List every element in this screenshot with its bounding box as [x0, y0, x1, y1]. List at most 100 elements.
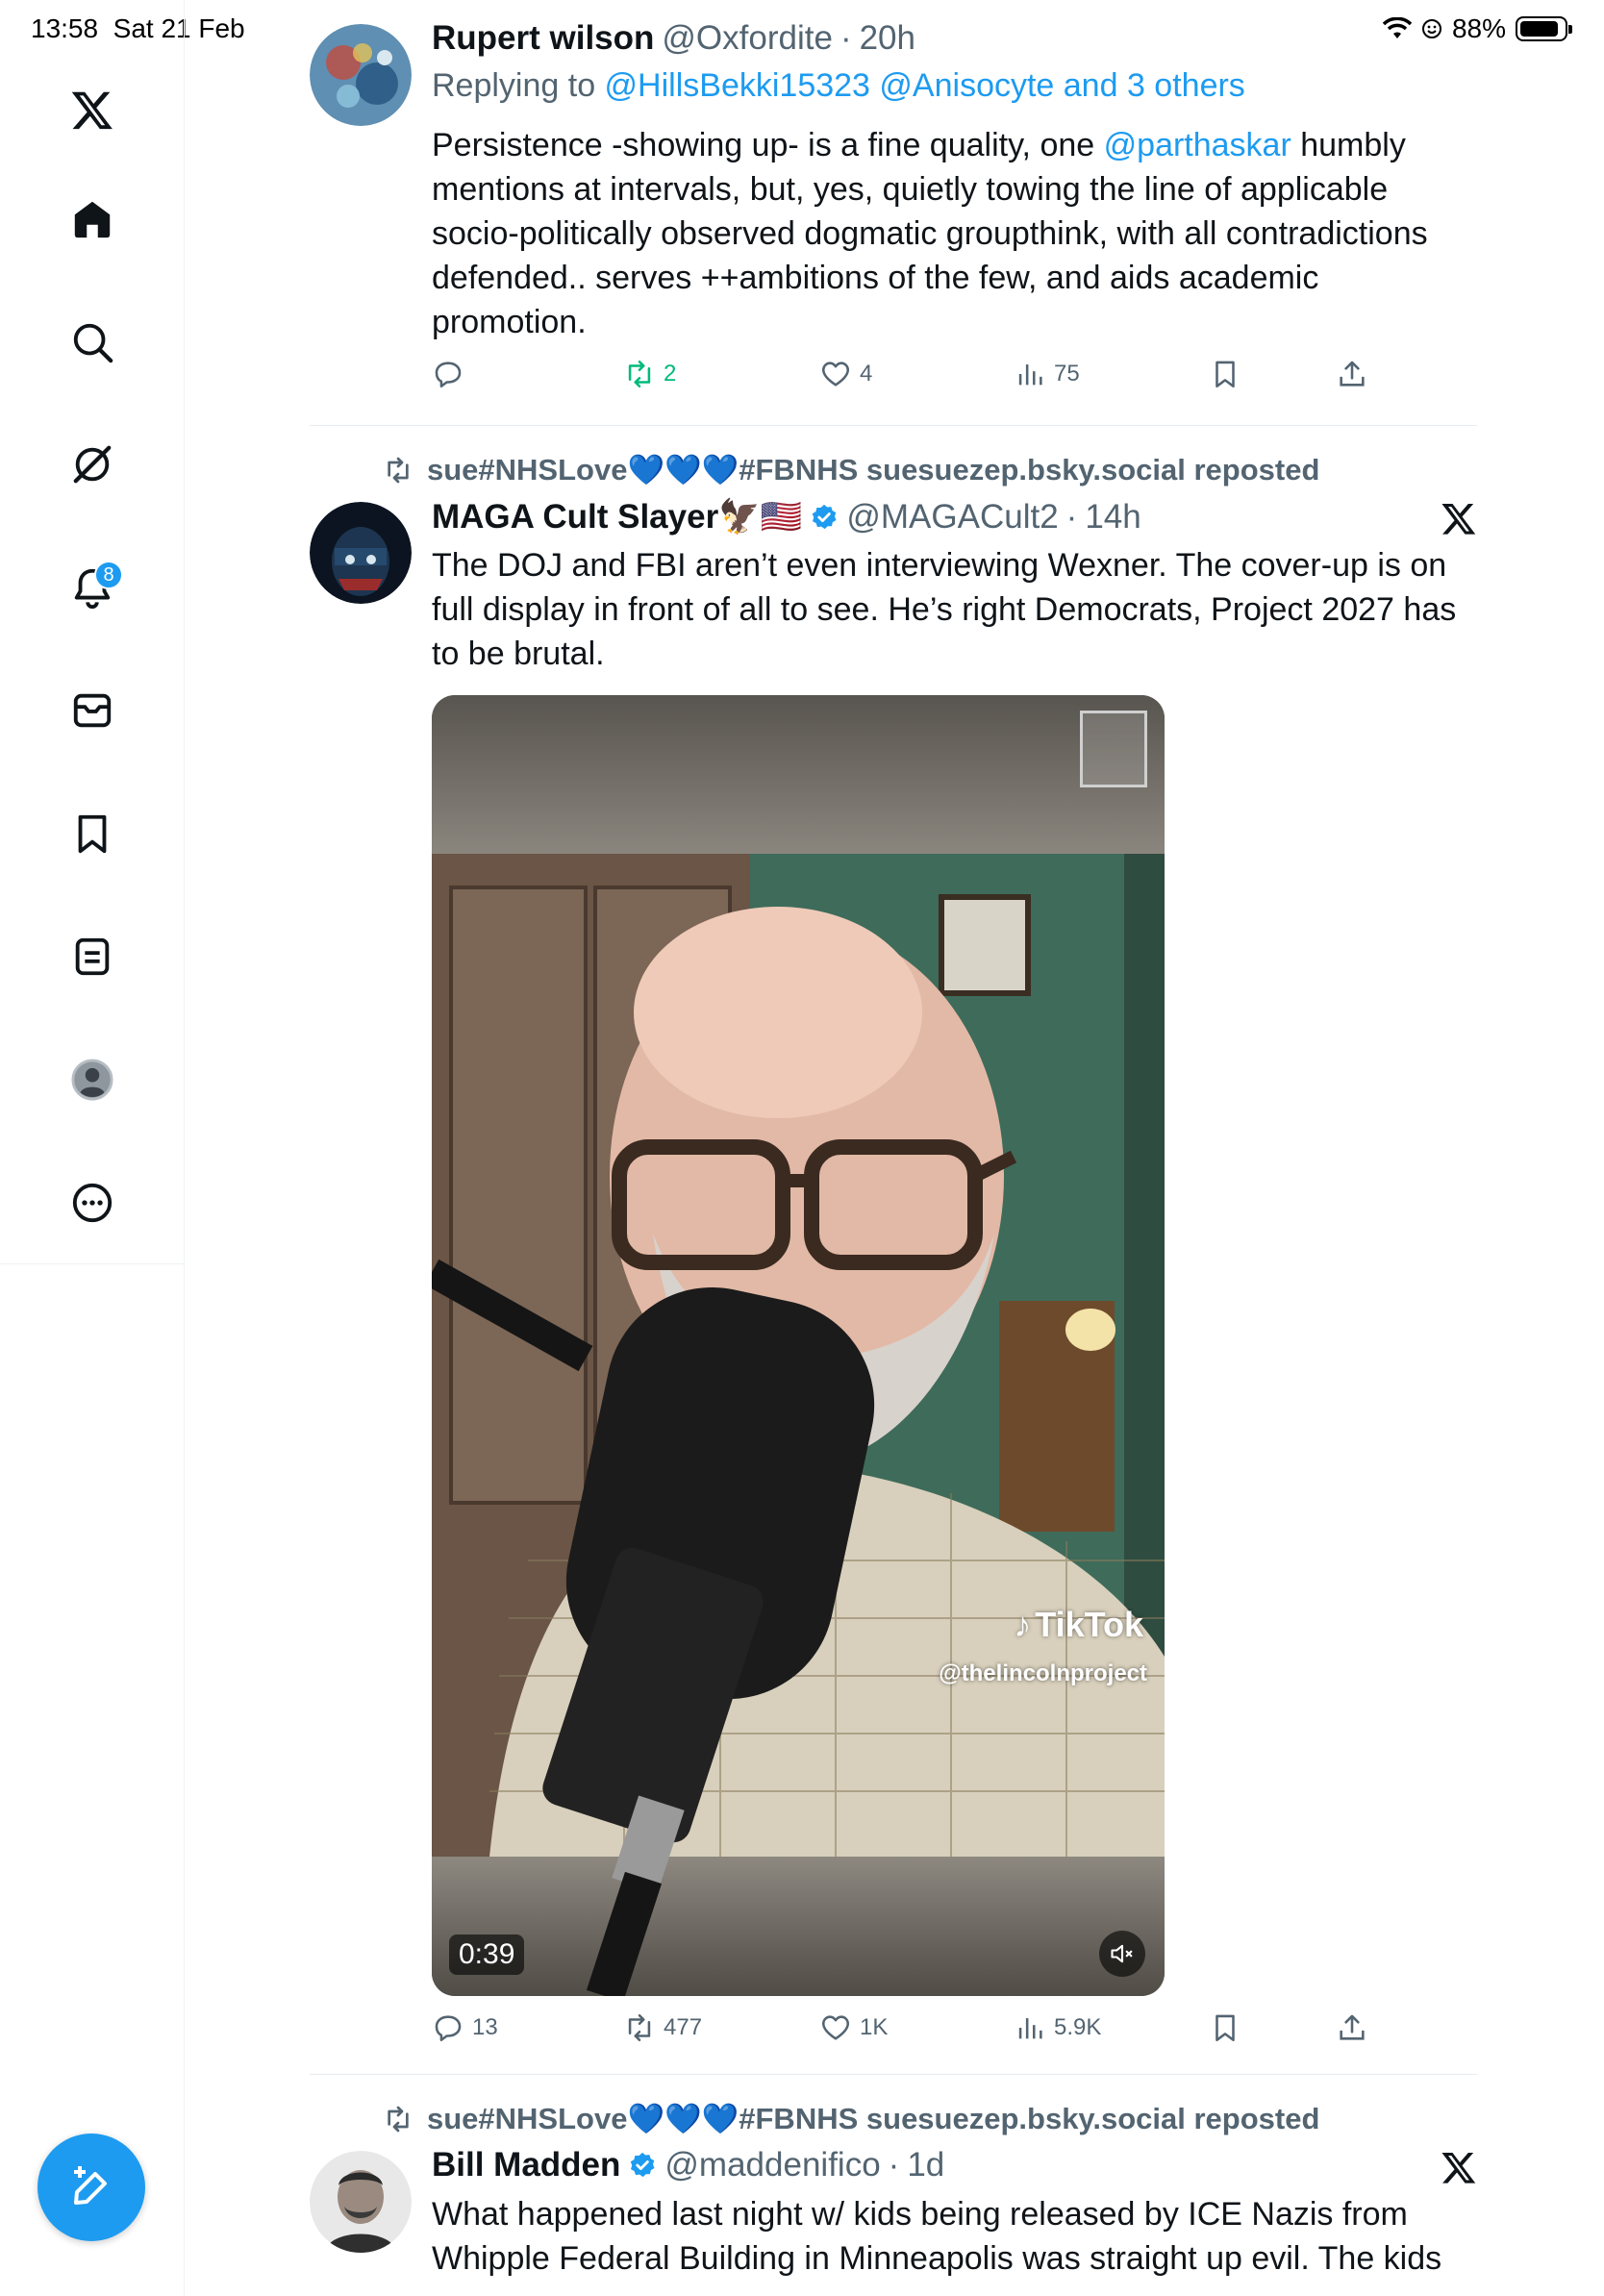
compose-button[interactable]: [38, 2134, 145, 2241]
verified-badge-icon: [631, 2152, 655, 2178]
view-count: 75: [1054, 361, 1080, 387]
reply-icon: [435, 362, 462, 388]
x-source-icon: [1441, 503, 1476, 535]
reply-icon: [435, 2015, 462, 2042]
video-player[interactable]: ♪ TikTok @thelincolnproject 0:39: [432, 695, 1165, 1996]
tweet-text: The DOJ and FBI aren’t even interviewing…: [432, 547, 1457, 672]
home-icon[interactable]: [60, 187, 125, 252]
wifi-icon: [1382, 17, 1412, 38]
tweet-time[interactable]: 20h: [860, 19, 915, 58]
tiktok-label: TikTok: [1035, 1605, 1143, 1644]
author-handle[interactable]: @maddenifico: [664, 2146, 880, 2184]
notifications-icon[interactable]: 8: [60, 555, 125, 620]
repost-button[interactable]: 2: [623, 358, 676, 390]
grok-icon[interactable]: [60, 432, 125, 497]
dot-separator: ·: [888, 2146, 900, 2184]
bookmarks-icon[interactable]: [60, 801, 125, 866]
share-button[interactable]: [1336, 358, 1368, 390]
repost-count: 2: [664, 361, 677, 387]
battery-percent: 88%: [1451, 13, 1506, 43]
share-button[interactable]: [1336, 2011, 1368, 2044]
avatar[interactable]: [310, 24, 412, 126]
replying-to-users[interactable]: @HillsBekki15323 @Anisocyte and 3 others: [605, 67, 1245, 104]
like-button[interactable]: 1K: [819, 2011, 888, 2044]
tweet-divider: [310, 425, 1477, 426]
more-icon[interactable]: [60, 1170, 125, 1235]
sidebar-nav: 8: [0, 0, 185, 2296]
reply-count: 13: [472, 2014, 498, 2040]
views-icon: [1018, 2018, 1042, 2039]
repost-button[interactable]: 477: [623, 2011, 702, 2044]
author-name[interactable]: Bill Madden: [432, 2146, 620, 2184]
tiktok-handle: @thelincolnproject: [939, 1660, 1147, 1686]
avatar[interactable]: [310, 2151, 412, 2253]
profile-icon[interactable]: [60, 1047, 125, 1112]
muted-speaker-icon: [1111, 1944, 1133, 1963]
author-handle[interactable]: @MAGACult2: [846, 498, 1058, 537]
view-count: 5.9K: [1054, 2014, 1102, 2040]
tweet-header: MAGA Cult Slayer🦅🇺🇸 @MAGACult2 · 14h: [432, 497, 1141, 537]
replying-to: Replying to @HillsBekki15323 @Anisocyte …: [432, 67, 1245, 105]
focus-icon: [1421, 19, 1441, 38]
views-button[interactable]: 75: [1014, 358, 1080, 390]
replying-to-label: Replying to: [432, 67, 605, 104]
reposted-by[interactable]: sue#NHSLove💙💙💙#FBNHS suesuezep.bsky.soci…: [383, 2101, 1319, 2136]
x-app-screen: 13:58 Sat 21 Feb 88% 8 Rupert wilson @Ox…: [0, 0, 1604, 2296]
video-duration: 0:39: [449, 1934, 525, 1975]
bookmark-button[interactable]: [1209, 358, 1241, 390]
tiktok-note-icon: ♪: [1014, 1605, 1032, 1644]
video-thumbnail: [432, 695, 1165, 1996]
repost-icon: [388, 2106, 409, 2132]
tiktok-watermark: ♪ TikTok: [1014, 1605, 1143, 1645]
x-logo-icon[interactable]: [60, 77, 125, 142]
tweet-header: Bill Madden @maddenifico · 1d: [432, 2146, 944, 2184]
like-count: 4: [860, 361, 873, 387]
bookmark-icon: [1216, 361, 1235, 388]
repost-icon: [388, 457, 409, 483]
sidebar-divider: [0, 1263, 185, 1264]
dot-separator: ·: [840, 19, 852, 57]
like-button[interactable]: 4: [819, 358, 872, 390]
x-source-icon: [1441, 2152, 1476, 2184]
reply-button[interactable]: 13: [432, 2011, 498, 2044]
tweet-time[interactable]: 1d: [907, 2146, 944, 2184]
search-icon[interactable]: [60, 310, 125, 375]
tweet-text: What happened last night w/ kids being r…: [432, 2196, 1442, 2277]
tweet-time[interactable]: 14h: [1085, 498, 1140, 537]
watermark-portrait-icon: [1080, 711, 1147, 787]
reply-button[interactable]: [432, 358, 472, 390]
status-indicators: 88%: [1382, 13, 1572, 44]
repost-icon: [628, 2013, 651, 2042]
tweet-text: Persistence -showing up- is a fine quali…: [432, 123, 1480, 344]
author-name[interactable]: Rupert wilson: [432, 19, 654, 58]
reposted-by-label: sue#NHSLove💙💙💙#FBNHS suesuezep.bsky.soci…: [427, 2102, 1320, 2135]
tweet-divider: [310, 2074, 1477, 2075]
mute-button[interactable]: [1099, 1931, 1145, 1977]
views-icon: [1018, 364, 1042, 386]
repost-count: 477: [664, 2014, 703, 2040]
avatar[interactable]: [310, 502, 412, 604]
tweet-actions: 13 477 1K 5.9K: [432, 2011, 1393, 2054]
tweet-actions: 2 4 75: [432, 358, 1393, 400]
reposted-by[interactable]: sue#NHSLove💙💙💙#FBNHS suesuezep.bsky.soci…: [383, 452, 1319, 487]
mention-link[interactable]: @parthaskar: [1104, 127, 1291, 163]
views-button[interactable]: 5.9K: [1014, 2011, 1101, 2044]
like-count: 1K: [860, 2014, 889, 2040]
notifications-badge: 8: [94, 561, 123, 589]
messages-icon[interactable]: [60, 678, 125, 743]
compose-icon: [74, 2166, 107, 2205]
repost-icon: [628, 360, 651, 388]
reposted-by-label: sue#NHSLove💙💙💙#FBNHS suesuezep.bsky.soci…: [427, 453, 1320, 487]
tweet-header: Rupert wilson @Oxfordite · 20h: [432, 19, 915, 58]
heart-icon: [821, 2015, 850, 2040]
author-handle[interactable]: @Oxfordite: [662, 19, 833, 58]
dot-separator: ·: [1065, 497, 1078, 536]
battery-icon: [1516, 16, 1572, 41]
heart-icon: [821, 362, 850, 387]
author-name[interactable]: MAGA Cult Slayer🦅🇺🇸: [432, 497, 802, 537]
lists-icon[interactable]: [60, 924, 125, 989]
tweet-text-part: Persistence -showing up- is a fine quali…: [432, 127, 1104, 163]
bookmark-button[interactable]: [1209, 2011, 1241, 2044]
verified-badge-icon: [813, 504, 837, 529]
share-icon: [1340, 2014, 1365, 2040]
